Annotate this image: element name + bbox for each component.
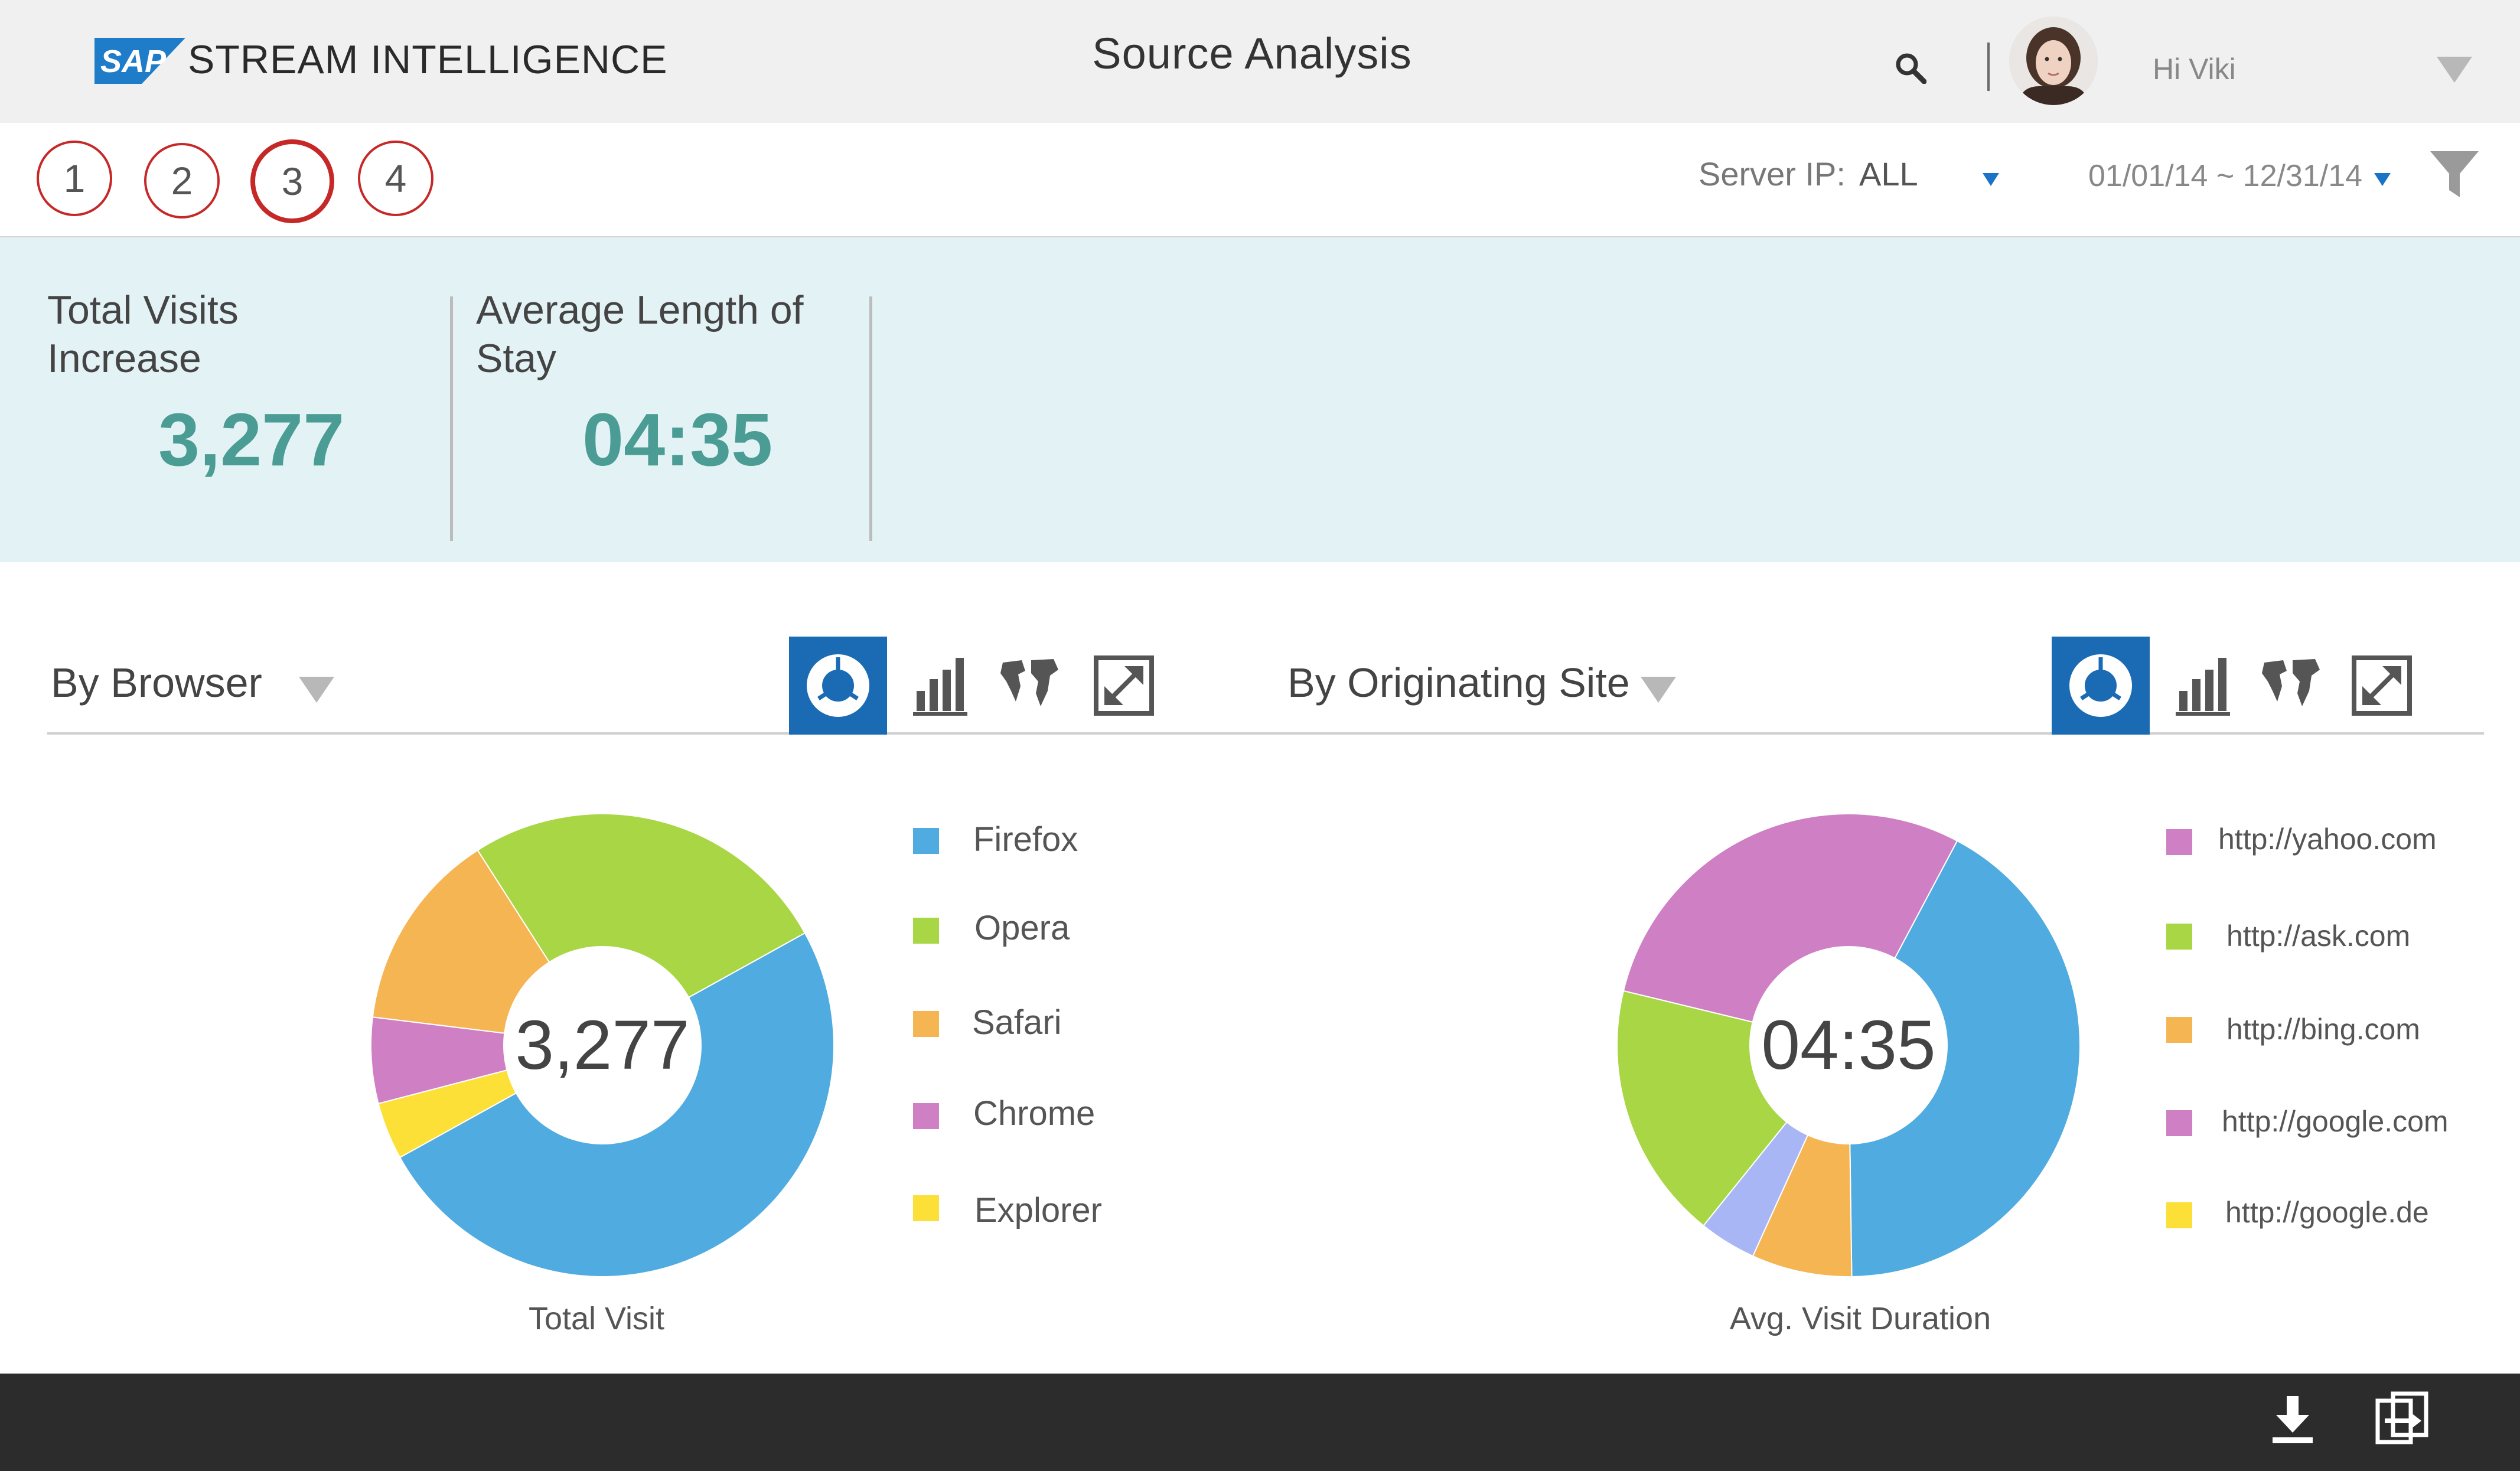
legend-swatch	[2166, 924, 2192, 950]
legend-swatch	[913, 1103, 939, 1129]
donut-view-button[interactable]	[2052, 637, 2150, 735]
footer-bar	[0, 1374, 2520, 1471]
header-divider	[1987, 43, 1990, 91]
legend-label: http://google.de	[2225, 1196, 2429, 1229]
kpi-divider	[869, 296, 872, 541]
user-greeting: Hi Viki	[2153, 53, 2236, 86]
bar-view-button[interactable]	[889, 637, 987, 735]
map-icon	[2262, 659, 2320, 706]
bar-view-button[interactable]	[2152, 637, 2250, 735]
user-avatar[interactable]	[2009, 17, 2098, 105]
legend-swatch	[2166, 829, 2192, 855]
legend-label: Chrome	[973, 1094, 1096, 1133]
step-4-button[interactable]: 4	[358, 141, 433, 216]
date-range-select[interactable]: 01/01/14 ~ 12/31/14	[2088, 158, 2362, 194]
kpi-label: Average Length of Stay	[476, 286, 804, 383]
step-1-button[interactable]: 1	[37, 141, 112, 216]
legend-swatch	[913, 918, 939, 944]
legend-label: http://ask.com	[2226, 919, 2411, 953]
step-2-button[interactable]: 2	[144, 143, 220, 218]
expand-icon	[2352, 655, 2412, 716]
expand-view-button[interactable]	[1075, 637, 1173, 735]
filter-icon[interactable]	[2429, 149, 2480, 200]
kpi-label-line: Average Length of	[476, 288, 804, 332]
map-view-button[interactable]	[980, 637, 1078, 735]
caret-down-icon[interactable]	[1983, 173, 1999, 186]
server-ip-label: Server IP:	[1699, 155, 1846, 193]
kpi-label: Total Visits Increase	[47, 286, 239, 383]
step-3-button[interactable]: 3	[250, 139, 334, 223]
kpi-label-line: Increase	[47, 336, 201, 381]
bar-chart-icon	[2176, 658, 2230, 716]
donut-view-button[interactable]	[789, 637, 887, 735]
brand-name: STREAM INTELLIGENCE	[188, 37, 668, 82]
donut-chart-icon	[2069, 654, 2132, 717]
chevron-down-icon[interactable]	[2437, 57, 2472, 83]
chevron-down-icon[interactable]	[1641, 677, 1676, 703]
legend-label: http://bing.com	[2226, 1013, 2420, 1046]
kpi-label-line: Stay	[476, 336, 557, 381]
site-section-title: By Originating Site	[1287, 660, 1630, 706]
legend-label: Opera	[974, 909, 1070, 947]
donut-chart-icon	[807, 654, 869, 717]
kpi-label-line: Total Visits	[47, 288, 239, 332]
legend-label: http://google.com	[2222, 1105, 2449, 1138]
caret-down-icon[interactable]	[2374, 173, 2391, 186]
donut-center-label: 3,277	[515, 1006, 690, 1084]
chevron-down-icon[interactable]	[299, 677, 334, 703]
chart-caption: Avg. Visit Duration	[1729, 1301, 1991, 1336]
kpi-value: 04:35	[582, 398, 773, 481]
map-icon	[1000, 659, 1058, 706]
kpi-value: 3,277	[158, 398, 345, 481]
legend-label: Explorer	[974, 1191, 1102, 1229]
sap-logo: SAP	[94, 38, 185, 84]
legend-label: Firefox	[973, 820, 1078, 859]
chart-caption: Total Visit	[528, 1301, 665, 1336]
browser-section-title: By Browser	[51, 660, 262, 706]
kpi-divider	[450, 296, 453, 541]
donut-center-label: 04:35	[1761, 1006, 1936, 1084]
server-ip-select[interactable]: ALL	[1859, 155, 1918, 193]
legend-swatch	[2166, 1110, 2192, 1136]
page-title: Source Analysis	[1092, 29, 1412, 78]
legend-label: Safari	[972, 1003, 1062, 1042]
legend-swatch	[913, 1195, 939, 1221]
legend-swatch	[913, 1011, 939, 1037]
search-icon[interactable]	[1895, 52, 1927, 84]
legend-swatch	[913, 828, 939, 854]
legend-label: http://yahoo.com	[2218, 823, 2437, 856]
legend-swatch	[2166, 1202, 2192, 1228]
bar-chart-icon	[913, 658, 967, 716]
legend-swatch	[2166, 1017, 2192, 1043]
kpi-panel	[0, 237, 2520, 562]
expand-view-button[interactable]	[2333, 637, 2431, 735]
logo-text: SAP	[100, 44, 167, 79]
download-icon[interactable]	[2271, 1394, 2314, 1444]
map-view-button[interactable]	[2242, 637, 2340, 735]
expand-icon	[1094, 655, 1154, 716]
export-icon[interactable]	[2375, 1391, 2428, 1444]
